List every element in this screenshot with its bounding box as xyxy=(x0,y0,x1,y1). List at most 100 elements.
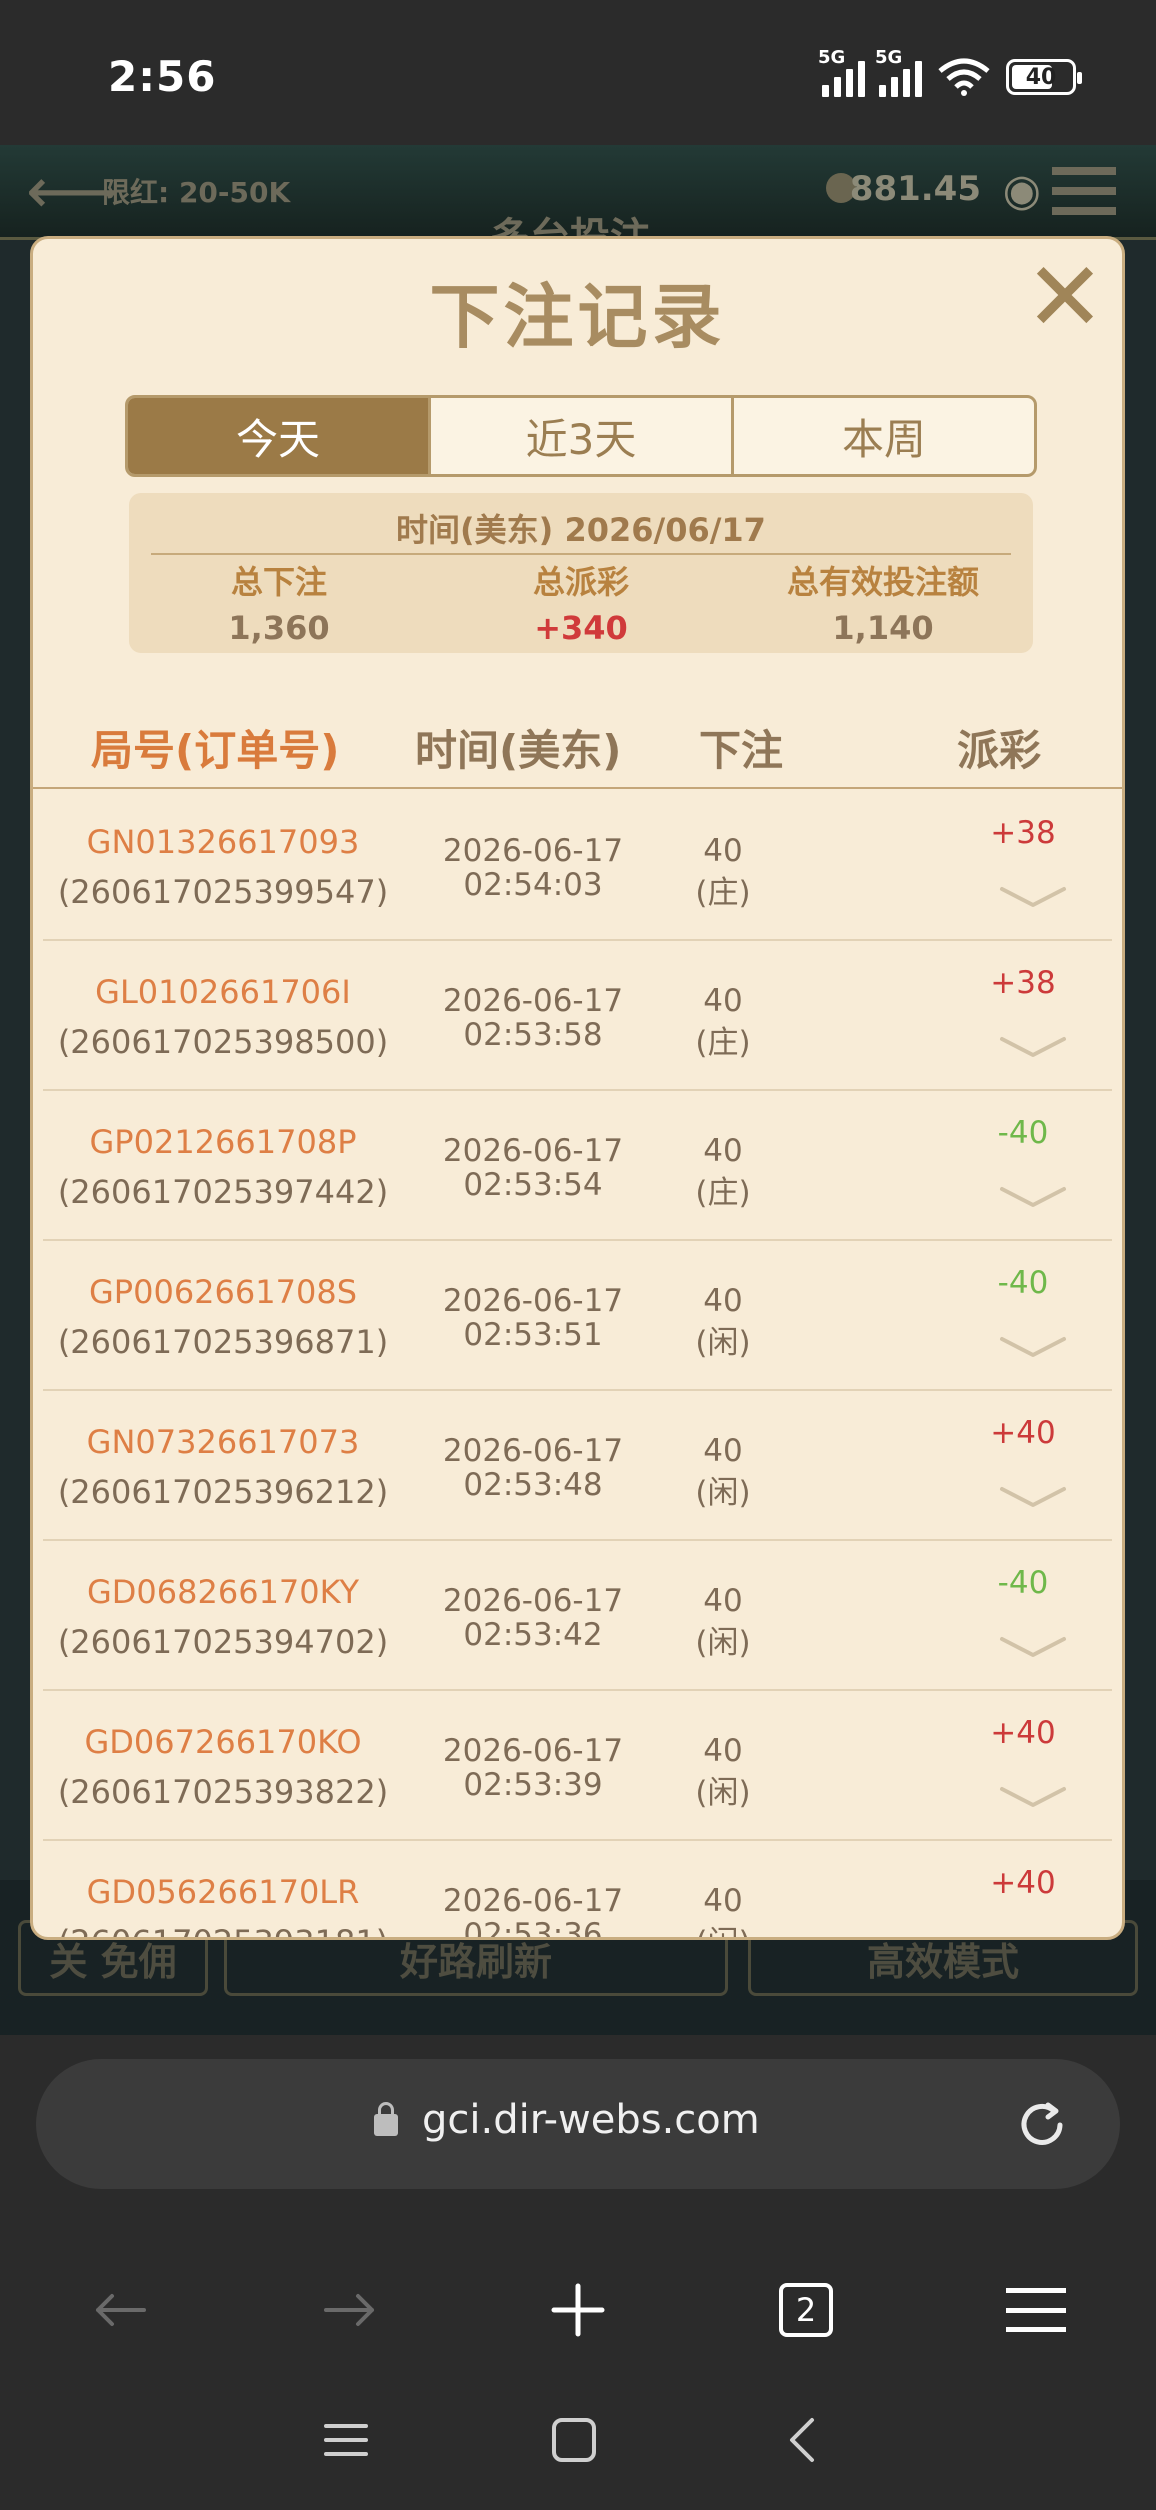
column-header-id: 局号(订单号) xyxy=(91,726,340,775)
chevron-down-icon[interactable] xyxy=(998,1935,1068,1937)
address-bar[interactable]: gci.dir-webs.com xyxy=(36,2059,1120,2189)
bet-side: (闲) xyxy=(683,1917,763,1937)
status-bar: 2:56 5G 5G 40 xyxy=(0,0,1156,145)
signal-icon: 5G xyxy=(818,47,865,97)
bet-date: 2026-06-17 xyxy=(442,1583,624,1619)
table-row[interactable]: GD068266170KY (260617025394702) 2026-06-17… xyxy=(43,1541,1112,1691)
chevron-down-icon[interactable] xyxy=(998,1335,1068,1359)
column-header-payout: 派彩 xyxy=(957,726,1042,775)
browser-toolbar: gci.dir-webs.com xyxy=(0,2035,1156,2250)
total-payout: 总派彩 +340 xyxy=(431,557,731,647)
table-row[interactable]: GL0102661706I (260617025398500) 2026-06-17… xyxy=(43,941,1112,1091)
bet-side: (闲) xyxy=(695,1775,751,1811)
chevron-down-icon[interactable] xyxy=(998,1785,1068,1809)
close-icon[interactable]: ✕ xyxy=(1024,249,1106,345)
bet-amount: 40 xyxy=(703,1733,743,1769)
chevron-down-icon[interactable] xyxy=(998,1485,1068,1509)
bet-date: 2026-06-17 xyxy=(442,983,624,1019)
chevron-down-icon[interactable] xyxy=(998,885,1068,909)
eye-icon[interactable]: ◉ xyxy=(1003,165,1041,216)
table-row[interactable]: GD056266170LR (260617025393181) 2026-06-17… xyxy=(43,1841,1112,1937)
status-icons: 5G 5G 40 xyxy=(818,47,1082,102)
round-id: GD056266170LR xyxy=(86,1873,360,1911)
recents-icon[interactable] xyxy=(306,2400,386,2480)
bet-amount: 40 xyxy=(703,983,743,1019)
bet-amount: 40 xyxy=(703,833,743,869)
modal-title: 下注记录 xyxy=(429,276,726,358)
column-header-time: 时间(美东) xyxy=(415,726,622,775)
round-id: GN01326617093 xyxy=(86,823,360,861)
back-icon[interactable] xyxy=(80,2270,160,2350)
home-icon[interactable] xyxy=(534,2400,614,2480)
round-id: GD068266170KY xyxy=(86,1573,360,1611)
menu-icon[interactable] xyxy=(1052,167,1116,215)
game-header: ⟵ 限红: 20-50K 881.45 ◉ 多台投注 xyxy=(0,145,1156,261)
bet-side: (庄) xyxy=(695,1175,751,1211)
bet-amount: 40 xyxy=(703,1433,743,1469)
column-header-bet: 下注 xyxy=(699,726,784,775)
date-tabs: 今天 近3天 本周 xyxy=(125,395,1037,477)
bet-limit: 限红: 20-50K xyxy=(102,176,291,209)
round-id: GP0212661708P xyxy=(89,1123,357,1161)
chevron-down-icon[interactable] xyxy=(998,1185,1068,1209)
order-number: (260617025396871) xyxy=(57,1323,389,1361)
browser-menu-icon[interactable] xyxy=(996,2270,1076,2350)
total-payout-value: +340 xyxy=(534,609,628,647)
bet-amount: 40 xyxy=(703,1283,743,1319)
url-text[interactable]: gci.dir-webs.com xyxy=(422,2097,760,2143)
payout-value: -40 xyxy=(997,1115,1049,1151)
bet-side: (庄) xyxy=(695,875,751,911)
order-number: (260617025397442) xyxy=(57,1173,389,1211)
bet-amount: 40 xyxy=(703,1583,743,1619)
bet-time: 02:53:42 xyxy=(463,1617,603,1653)
back-nav-icon[interactable] xyxy=(762,2400,842,2480)
bet-time: 02:53:51 xyxy=(463,1317,603,1353)
order-number: (260617025393181) xyxy=(43,1923,403,1937)
bet-time: 02:53:39 xyxy=(463,1767,603,1803)
total-valid-value: 1,140 xyxy=(832,609,934,647)
tab-3days[interactable]: 近3天 xyxy=(431,398,734,474)
record-list: GN01326617093 (260617025399547) 2026-06-17… xyxy=(33,791,1122,1937)
bet-time: 02:54:03 xyxy=(463,867,603,903)
status-time: 2:56 xyxy=(108,52,217,101)
bet-amount: 40 xyxy=(703,1883,743,1919)
table-row[interactable]: GD067266170KO (260617025393822) 2026-06-17… xyxy=(43,1691,1112,1841)
bet-side: (闲) xyxy=(695,1625,751,1661)
bet-amount: 40 xyxy=(703,1133,743,1169)
balance: 881.45 xyxy=(849,169,981,209)
summary-divider xyxy=(151,553,1011,555)
chevron-down-icon[interactable] xyxy=(998,1635,1068,1659)
bet-time: 02:53:48 xyxy=(463,1467,603,1503)
bet-record-modal: 下注记录 ✕ 今天 近3天 本周 时间(美东) 2026/06/17 总下注 1… xyxy=(30,236,1125,1940)
reload-icon[interactable] xyxy=(1014,2097,1070,2153)
payout-value: +38 xyxy=(990,815,1056,851)
table-row[interactable]: GP0212661708P (260617025397442) 2026-06-17… xyxy=(43,1091,1112,1241)
payout-value: +40 xyxy=(990,1865,1056,1901)
tab-week[interactable]: 本周 xyxy=(734,398,1034,474)
tabs-button[interactable]: 2 xyxy=(766,2270,846,2350)
order-number: (260617025394702) xyxy=(57,1623,389,1661)
new-tab-icon[interactable] xyxy=(538,2270,618,2350)
forward-icon[interactable] xyxy=(310,2270,390,2350)
bet-date: 2026-06-17 xyxy=(442,1133,624,1169)
payout-value: +38 xyxy=(990,965,1056,1001)
table-header: 局号(订单号) 时间(美东) 下注 派彩 xyxy=(33,709,1122,789)
table-row[interactable]: GP0062661708S (260617025396871) 2026-06-17… xyxy=(43,1241,1112,1391)
bet-date: 2026-06-17 xyxy=(442,833,624,869)
table-row[interactable]: GN07326617073 (260617025396212) 2026-06-17… xyxy=(43,1391,1112,1541)
order-number: (260617025399547) xyxy=(57,873,389,911)
order-number: (260617025393822) xyxy=(57,1773,389,1811)
tab-today[interactable]: 今天 xyxy=(128,398,431,474)
bet-time: 02:53:54 xyxy=(463,1167,603,1203)
chevron-down-icon[interactable] xyxy=(998,1035,1068,1059)
bet-date: 2026-06-17 xyxy=(442,1733,624,1769)
browser-nav: 2 xyxy=(0,2250,1156,2370)
order-number: (260617025396212) xyxy=(57,1473,389,1511)
summary-panel: 时间(美东) 2026/06/17 总下注 1,360 总派彩 +340 总有效… xyxy=(129,493,1033,653)
round-id: GL0102661706I xyxy=(95,973,351,1011)
bet-side: (闲) xyxy=(695,1475,751,1511)
round-id: GP0062661708S xyxy=(89,1273,357,1311)
table-row[interactable]: GN01326617093 (260617025399547) 2026-06-17… xyxy=(43,791,1112,941)
order-number: (260617025398500) xyxy=(57,1023,389,1061)
total-payout-label: 总派彩 xyxy=(532,563,629,601)
